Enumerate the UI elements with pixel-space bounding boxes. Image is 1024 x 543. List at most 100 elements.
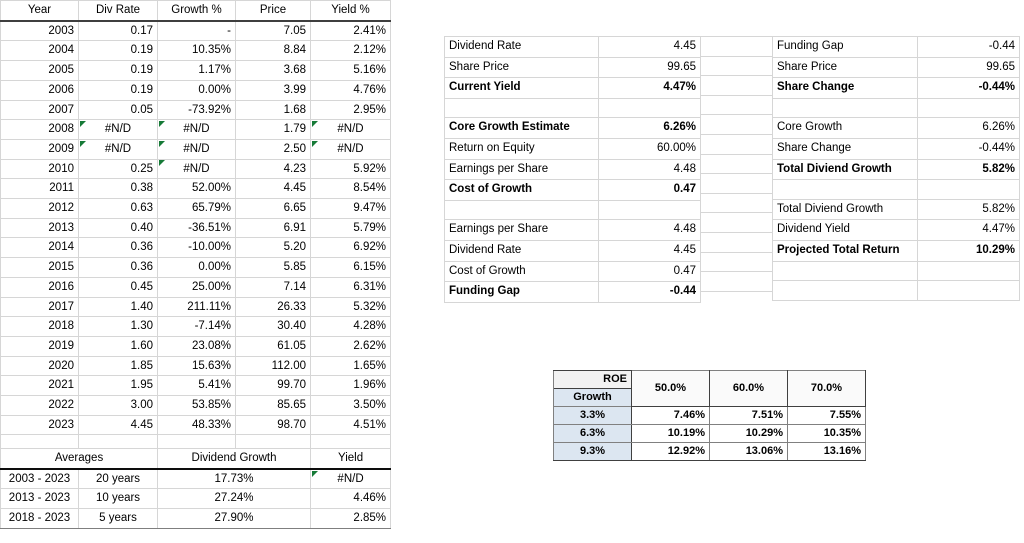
cell-price[interactable]: 98.70 [235,414,311,436]
cell-yield[interactable]: 5.32% [310,296,391,318]
cell-year[interactable]: 2021 [0,375,79,397]
cell-div-rate[interactable]: 0.40 [78,217,158,239]
matrix-cell-2-0[interactable]: 12.92% [631,442,710,461]
panel-value[interactable]: 0.47 [598,260,701,283]
cell-price[interactable]: 5.20 [235,237,311,259]
cell-div-rate[interactable]: 1.95 [78,375,158,397]
cell-div-rate[interactable]: 1.30 [78,316,158,337]
cell-price[interactable]: 2.50 [235,138,311,160]
matrix-row[interactable]: 6.3% 10.19% 10.29% 10.35% [553,424,866,443]
panel-row[interactable]: Total Diviend Growth 5.82% [772,158,1020,181]
cell-growth[interactable]: 53.85% [157,395,236,416]
cell-yield[interactable]: 2.62% [310,335,391,357]
valuation-panel-left[interactable]: Dividend Rate 4.45 Share Price 99.65 Current… [444,36,701,303]
panel-value[interactable]: 99.65 [917,56,1020,79]
panel-row[interactable]: Funding Gap -0.44 [772,36,1020,58]
cell-year[interactable]: 2005 [0,60,79,81]
panel-value[interactable]: -0.44% [917,137,1020,160]
cell-year[interactable]: 2012 [0,198,79,219]
cell-yield[interactable]: 8.54% [310,178,391,200]
matrix-cell-1-2[interactable]: 10.35% [787,424,866,443]
panel-row[interactable]: Cost of Growth 0.47 [444,179,701,201]
cell-div-rate[interactable]: 0.63 [78,198,158,219]
panel-label[interactable]: Share Change [772,137,918,160]
panel-value[interactable]: 4.47% [598,77,701,99]
cell-growth[interactable]: #N/D [157,119,236,140]
cell-div-rate[interactable]: 0.17 [78,20,158,42]
table-row[interactable]: 2014 0.36 -10.00% 5.20 6.92% [0,237,391,259]
panel-label[interactable]: Cost of Growth [444,260,599,283]
panel-label[interactable]: Projected Total Return [772,239,918,262]
cell-price[interactable]: 85.65 [235,395,311,416]
cell-div-rate[interactable]: 0.38 [78,178,158,200]
panel-value[interactable]: 0.47 [598,179,701,201]
cell-year[interactable]: 2003 [0,20,79,42]
panel-row[interactable]: Total Diviend Growth 5.82% [772,198,1020,221]
cell-growth[interactable]: 0.00% [157,79,236,101]
panel-row[interactable]: Core Growth 6.26% [772,117,1020,139]
cell-growth[interactable]: -10.00% [157,237,236,259]
valuation-panel-right[interactable]: Funding Gap -0.44 Share Price 99.65 Share Ch… [772,36,1020,301]
panel-value[interactable]: 4.48 [598,158,701,181]
cell-price[interactable]: 7.05 [235,20,311,42]
matrix-cell-0-1[interactable]: 7.51% [709,406,788,425]
cell-year[interactable]: 2014 [0,237,79,259]
cell-growth[interactable]: 211.11% [157,296,236,318]
panel-value[interactable]: 10.29% [917,239,1020,262]
cell-year[interactable]: 2006 [0,79,79,101]
panel-value[interactable]: 60.00% [598,137,701,160]
matrix-cell-1-1[interactable]: 10.29% [709,424,788,443]
cell-price[interactable]: 1.68 [235,99,311,121]
panel-label[interactable]: Earnings per Share [444,219,599,241]
cell-avg-yield[interactable]: #N/D [310,468,392,490]
cell-growth[interactable]: 25.00% [157,276,236,298]
cell-yield[interactable]: 4.76% [310,79,391,101]
panel-row[interactable]: Share Price 99.65 [772,56,1020,79]
cell-div-rate[interactable]: 1.85 [78,355,158,377]
table-row[interactable]: 2020 1.85 15.63% 112.00 1.65% [0,355,391,377]
panel-label[interactable]: Dividend Rate [444,239,599,262]
cell-yield[interactable]: 1.96% [310,375,391,397]
table-row[interactable]: 2013 0.40 -36.51% 6.91 5.79% [0,217,391,239]
cell-year[interactable]: 2020 [0,355,79,377]
cell-price[interactable]: 4.23 [235,158,311,180]
panel-value[interactable]: 4.45 [598,36,701,58]
panel-row[interactable]: Return on Equity 60.00% [444,137,701,160]
matrix-row[interactable]: 3.3% 7.46% 7.51% 7.55% [553,406,866,425]
cell-yield[interactable]: 2.95% [310,99,391,121]
cell-growth[interactable]: #N/D [157,158,236,180]
averages-table[interactable]: Averages Dividend Growth Yield 2003 - 2023 2… [0,447,392,529]
panel-label[interactable]: Dividend Rate [444,36,599,58]
cell-div-rate[interactable]: 3.00 [78,395,158,416]
cell-year[interactable]: 2018 [0,316,79,337]
cell-div-rate[interactable]: #N/D [78,119,158,140]
matrix-cell-1-0[interactable]: 10.19% [631,424,710,443]
cell-period[interactable]: 2018 - 2023 [0,508,79,529]
cell-years[interactable]: 20 years [77,468,159,490]
panel-row[interactable]: Funding Gap -0.44 [444,281,701,303]
panel-value[interactable]: 6.26% [917,117,1020,139]
cell-growth[interactable]: 10.35% [157,40,236,62]
table-row[interactable]: 2004 0.19 10.35% 8.84 2.12% [0,40,391,62]
cell-growth[interactable]: 65.79% [157,198,236,219]
matrix-cell-2-1[interactable]: 13.06% [709,442,788,461]
panel-row[interactable]: Share Change -0.44% [772,137,1020,160]
cell-year[interactable]: 2015 [0,257,79,278]
panel-value[interactable]: 4.48 [598,219,701,241]
panel-row[interactable]: Current Yield 4.47% [444,77,701,99]
cell-yield[interactable]: 9.47% [310,198,391,219]
matrix-row[interactable]: 9.3% 12.92% 13.06% 13.16% [553,442,866,461]
table-row[interactable]: 2023 4.45 48.33% 98.70 4.51% [0,414,391,436]
cell-price[interactable]: 1.79 [235,119,311,140]
cell-growth[interactable]: 15.63% [157,355,236,377]
panel-label[interactable]: Funding Gap [772,36,918,58]
cell-avg-yield[interactable]: 2.85% [310,508,392,529]
cell-div-rate[interactable]: 4.45 [78,414,158,436]
panel-label[interactable]: Share Change [772,77,918,99]
cell-year[interactable]: 2023 [0,414,79,436]
cell-price[interactable]: 6.91 [235,217,311,239]
cell-price[interactable]: 26.33 [235,296,311,318]
panel-row[interactable]: Projected Total Return 10.29% [772,239,1020,262]
panel-label[interactable]: Return on Equity [444,137,599,160]
cell-div-rate[interactable]: 0.36 [78,237,158,259]
